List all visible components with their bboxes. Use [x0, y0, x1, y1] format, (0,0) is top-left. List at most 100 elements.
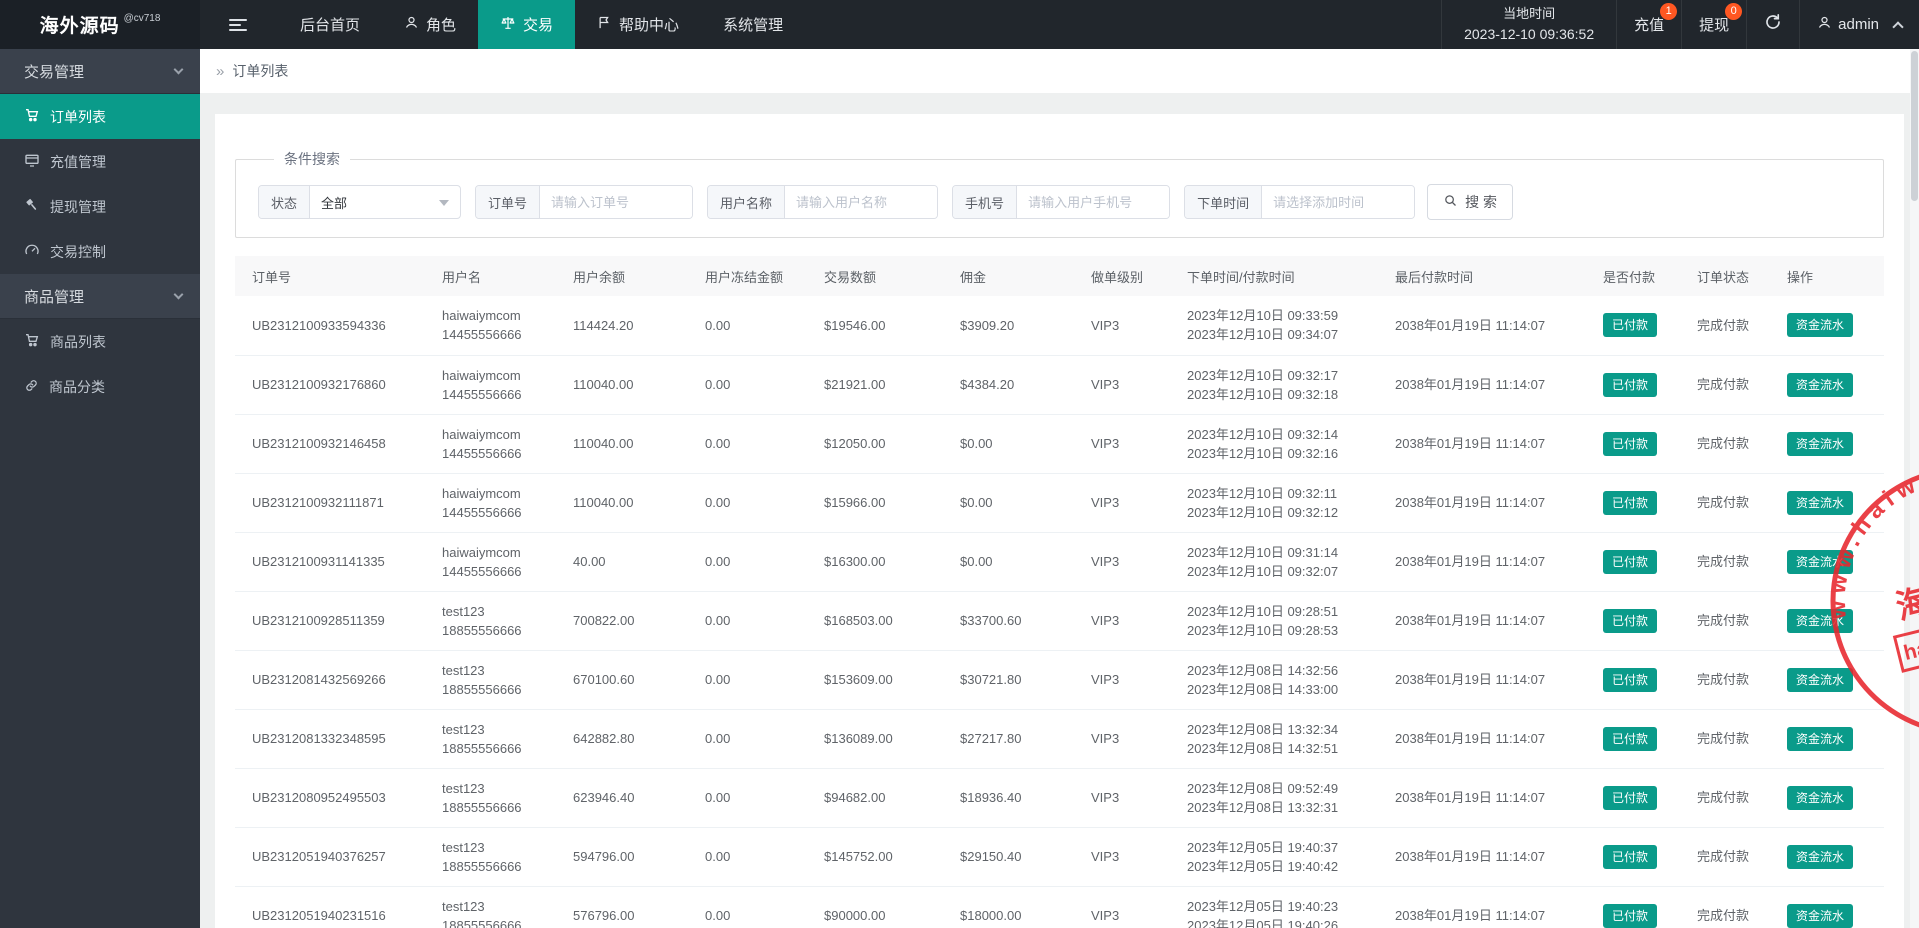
cell-times: 2023年12月05日 19:40:372023年12月05日 19:40:42 — [1170, 827, 1378, 886]
username-input[interactable] — [785, 186, 937, 218]
paid-badge[interactable]: 已付款 — [1603, 432, 1657, 456]
cell-action: 资金流水 — [1770, 591, 1884, 650]
order-no-input[interactable] — [540, 186, 692, 218]
order-time-input[interactable] — [1262, 186, 1414, 218]
order-row: UB2312100932111871haiwaiymcom14455556666… — [235, 473, 1884, 532]
fund-flow-button[interactable]: 资金流水 — [1787, 904, 1853, 928]
breadcrumb: » 订单列表 — [200, 49, 1919, 93]
admin-menu[interactable]: admin — [1799, 0, 1919, 49]
cell-balance: 110040.00 — [556, 355, 688, 414]
app-logo[interactable]: 海外源码 @cv718 — [0, 0, 200, 49]
recharge-button[interactable]: 充值 1 — [1616, 0, 1681, 49]
search-button[interactable]: 搜 索 — [1427, 184, 1513, 220]
paid-badge[interactable]: 已付款 — [1603, 668, 1657, 692]
cell-action: 资金流水 — [1770, 650, 1884, 709]
paid-badge[interactable]: 已付款 — [1603, 845, 1657, 869]
nav-help[interactable]: 帮助中心 — [575, 0, 701, 49]
column-header: 操作 — [1770, 256, 1884, 296]
paid-badge[interactable]: 已付款 — [1603, 373, 1657, 397]
app-version: @cv718 — [124, 13, 161, 24]
sidebar-group-goods[interactable]: 商品管理 — [0, 274, 200, 319]
sidebar-item-goods-category[interactable]: 商品分类 — [0, 364, 200, 409]
cell-order-no: UB2312080952495503 — [235, 768, 425, 827]
paid-badge[interactable]: 已付款 — [1603, 904, 1657, 928]
fund-flow-button[interactable]: 资金流水 — [1787, 550, 1853, 574]
paid-badge[interactable]: 已付款 — [1603, 550, 1657, 574]
sidebar-item-trade-control[interactable]: 交易控制 — [0, 229, 200, 274]
nav-trade[interactable]: 交易 — [478, 0, 575, 49]
sidebar-item-recharge-mgmt[interactable]: 充值管理 — [0, 139, 200, 184]
cell-username: test12318855556666 — [425, 650, 556, 709]
column-header: 用户名 — [425, 256, 556, 296]
search-fieldset: 条件搜索 状态 全部 订单号 用户名称 手 — [235, 149, 1884, 238]
username-filter-group: 用户名称 — [707, 185, 938, 219]
cell-amount: $21921.00 — [807, 355, 943, 414]
sidebar-item-trade-control-label: 交易控制 — [50, 242, 106, 262]
fund-flow-button[interactable]: 资金流水 — [1787, 313, 1853, 337]
cell-username: haiwaiymcom14455556666 — [425, 296, 556, 355]
fund-flow-button[interactable]: 资金流水 — [1787, 668, 1853, 692]
cell-status: 完成付款 — [1680, 827, 1770, 886]
paid-badge[interactable]: 已付款 — [1603, 491, 1657, 515]
search-legend: 条件搜索 — [274, 149, 350, 169]
phone-input[interactable] — [1017, 186, 1169, 218]
topbar: 海外源码 @cv718 后台首页 角色 交易 帮助中心 系统管理 当地时间 20… — [0, 0, 1919, 49]
cell-frozen: 0.00 — [688, 414, 807, 473]
cell-action: 资金流水 — [1770, 827, 1884, 886]
cell-balance: 700822.00 — [556, 591, 688, 650]
sidebar-group-trade[interactable]: 交易管理 — [0, 49, 200, 94]
sidebar-item-goods-category-label: 商品分类 — [49, 377, 105, 397]
refresh-button[interactable] — [1746, 0, 1799, 49]
fund-flow-button[interactable]: 资金流水 — [1787, 609, 1853, 633]
status-select[interactable]: 全部 — [310, 186, 460, 218]
cell-times: 2023年12月10日 09:33:592023年12月10日 09:34:07 — [1170, 296, 1378, 355]
withdraw-button[interactable]: 提现 0 — [1681, 0, 1746, 49]
cell-commission: $3909.20 — [943, 296, 1074, 355]
sidebar-group-goods-label: 商品管理 — [24, 286, 84, 307]
scrollbar[interactable] — [1910, 49, 1919, 928]
nav-dashboard[interactable]: 后台首页 — [278, 0, 382, 49]
cell-last-pay-time: 2038年01月19日 11:14:07 — [1378, 650, 1586, 709]
cell-paid: 已付款 — [1586, 768, 1680, 827]
menu-toggle-icon[interactable] — [212, 0, 264, 49]
sidebar-item-withdraw-mgmt[interactable]: 提现管理 — [0, 184, 200, 229]
local-time: 当地时间 2023-12-10 09:36:52 — [1441, 0, 1616, 49]
cell-username: haiwaiymcom14455556666 — [425, 414, 556, 473]
cell-frozen: 0.00 — [688, 709, 807, 768]
cell-action: 资金流水 — [1770, 709, 1884, 768]
paid-badge[interactable]: 已付款 — [1603, 313, 1657, 337]
fund-flow-button[interactable]: 资金流水 — [1787, 432, 1853, 456]
cell-level: VIP3 — [1074, 296, 1170, 355]
paid-badge[interactable]: 已付款 — [1603, 609, 1657, 633]
fund-flow-button[interactable]: 资金流水 — [1787, 727, 1853, 751]
sidebar-group-trade-label: 交易管理 — [24, 61, 84, 82]
fund-flow-button[interactable]: 资金流水 — [1787, 786, 1853, 810]
cell-level: VIP3 — [1074, 768, 1170, 827]
sidebar-item-order-list[interactable]: 订单列表 — [0, 94, 200, 139]
sidebar-item-goods-list[interactable]: 商品列表 — [0, 319, 200, 364]
order-no-label: 订单号 — [476, 186, 540, 218]
cell-balance: 642882.80 — [556, 709, 688, 768]
cell-status: 完成付款 — [1680, 414, 1770, 473]
paid-badge[interactable]: 已付款 — [1603, 786, 1657, 810]
nav-roles[interactable]: 角色 — [382, 0, 478, 49]
fund-flow-button[interactable]: 资金流水 — [1787, 373, 1853, 397]
nav-system[interactable]: 系统管理 — [701, 0, 805, 49]
cell-times: 2023年12月05日 19:40:232023年12月05日 19:40:26 — [1170, 886, 1378, 928]
fund-flow-button[interactable]: 资金流水 — [1787, 845, 1853, 869]
column-header: 订单状态 — [1680, 256, 1770, 296]
card-icon — [24, 152, 40, 171]
cell-frozen: 0.00 — [688, 532, 807, 591]
cell-last-pay-time: 2038年01月19日 11:14:07 — [1378, 532, 1586, 591]
cell-commission: $30721.80 — [943, 650, 1074, 709]
order-row: UB2312081432569266test123188555566666701… — [235, 650, 1884, 709]
cell-level: VIP3 — [1074, 650, 1170, 709]
breadcrumb-icon: » — [216, 63, 224, 80]
paid-badge[interactable]: 已付款 — [1603, 727, 1657, 751]
scrollbar-thumb[interactable] — [1911, 51, 1918, 201]
cell-frozen: 0.00 — [688, 473, 807, 532]
cart-icon — [24, 332, 40, 351]
cell-status: 完成付款 — [1680, 355, 1770, 414]
fund-flow-button[interactable]: 资金流水 — [1787, 491, 1853, 515]
cell-times: 2023年12月08日 13:32:342023年12月08日 14:32:51 — [1170, 709, 1378, 768]
